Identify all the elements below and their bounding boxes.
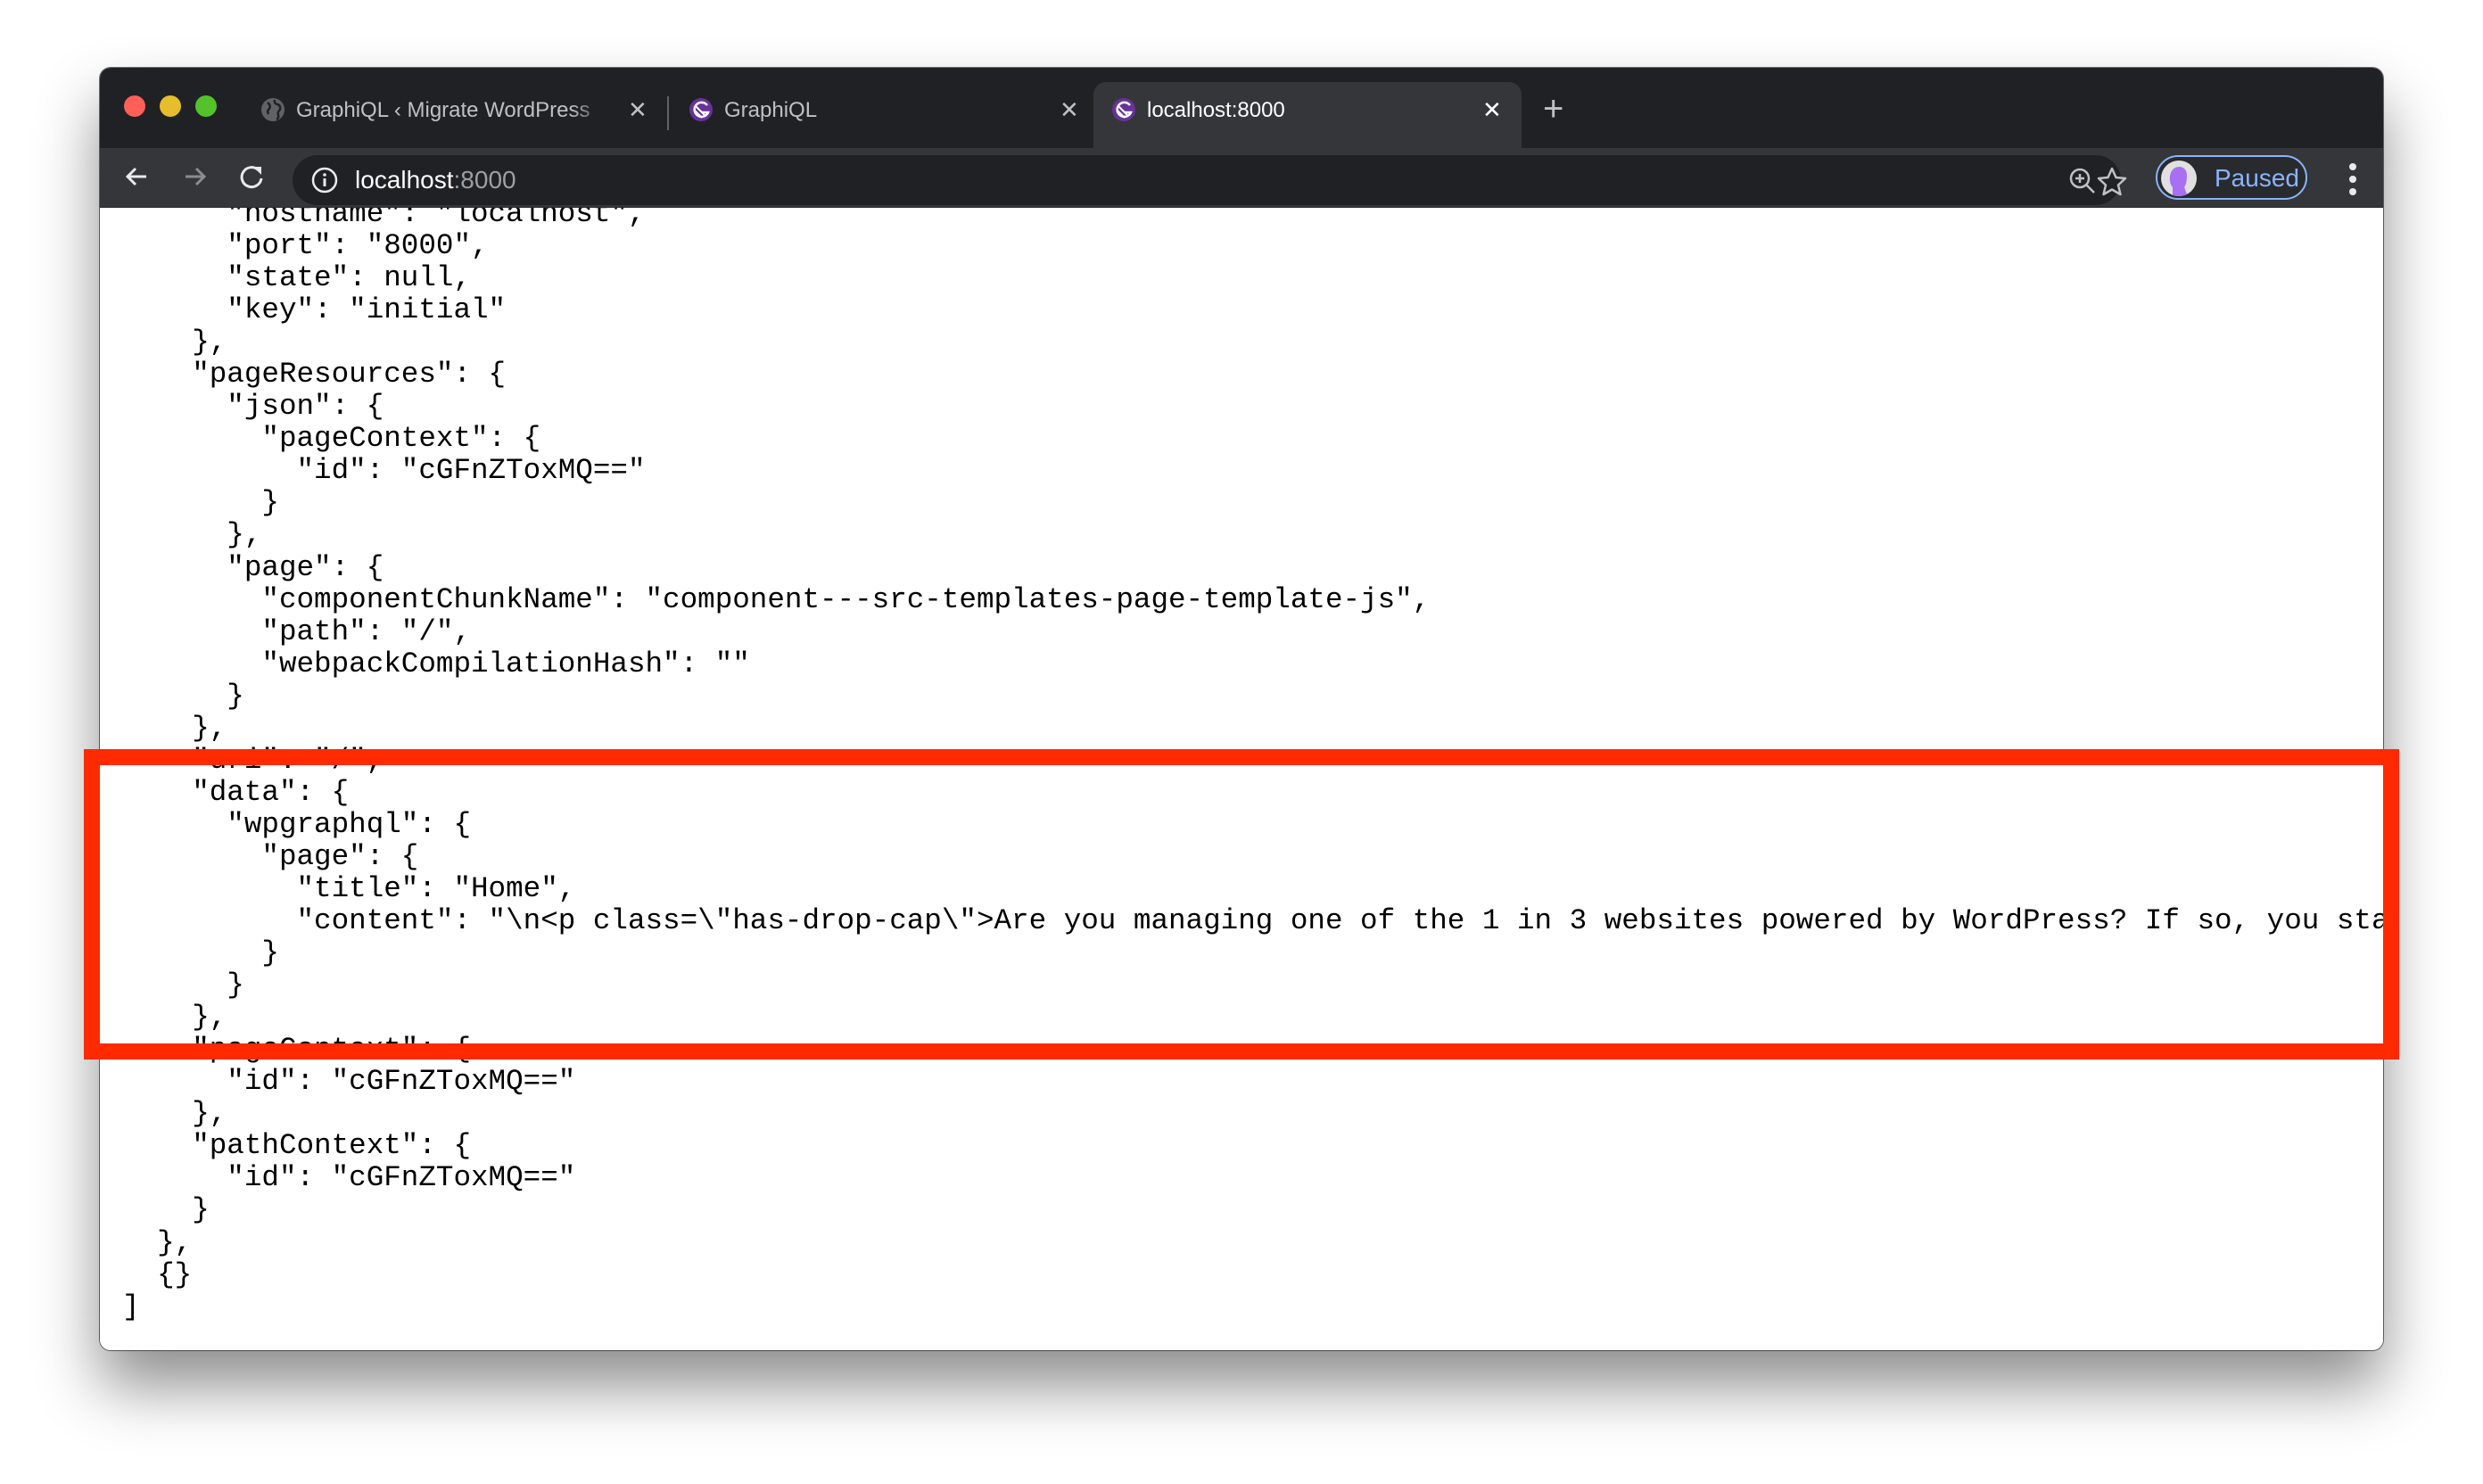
zoom-window-button[interactable]: [195, 95, 217, 117]
code-line: "pathContext": {: [122, 1129, 472, 1163]
code-line: },: [122, 711, 227, 745]
code-line: "id": "cGFnZToxMQ==": [122, 454, 646, 488]
browser-window: GraphiQL ‹ Migrate WordPress ✕ GraphiQL …: [100, 68, 2383, 1350]
code-line: "hostname": "localhost",: [122, 208, 646, 230]
code-line: "pageContext": {: [122, 1033, 472, 1067]
url-text[interactable]: localhost:8000: [355, 166, 516, 194]
code-line: "uri": "/",: [122, 743, 384, 777]
globe-icon: [260, 97, 285, 122]
tab-title: localhost:8000: [1147, 98, 1285, 122]
code-line: }: [122, 486, 279, 520]
profile-status: Paused: [2215, 164, 2299, 192]
code-line: }: [122, 679, 244, 713]
tab-separator: [667, 96, 669, 130]
code-line: "json": {: [122, 390, 384, 424]
minimize-window-button[interactable]: [160, 95, 181, 117]
address-bar[interactable]: localhost:8000: [293, 155, 2121, 205]
zoom-in-icon[interactable]: [2067, 166, 2098, 196]
code-line: },: [122, 326, 227, 359]
code-line: {}: [122, 1257, 193, 1291]
code-line: "port": "8000",: [122, 229, 489, 263]
new-tab-button[interactable]: +: [1543, 91, 1563, 127]
close-tab-icon[interactable]: ✕: [1060, 96, 1079, 124]
close-window-button[interactable]: [124, 95, 145, 117]
gatsby-icon: [689, 97, 714, 122]
tab-bar: GraphiQL ‹ Migrate WordPress ✕ GraphiQL …: [100, 68, 2383, 148]
code-line: "data": {: [122, 775, 350, 809]
profile-button[interactable]: Paused: [2156, 155, 2307, 200]
code-line: "page": {: [122, 550, 384, 584]
code-line: },: [122, 1097, 227, 1131]
code-line: "key": "initial": [122, 293, 507, 327]
code-line: },: [122, 1225, 193, 1259]
code-line: "content": "\n<p class=\"has-drop-cap\">…: [122, 904, 2384, 938]
tab-localhost-8000[interactable]: localhost:8000 ✕: [1093, 82, 1522, 148]
code-line: "title": "Home",: [122, 871, 576, 905]
more-menu-button[interactable]: [2347, 161, 2358, 196]
code-line: "id": "cGFnZToxMQ==": [122, 1065, 576, 1099]
code-line: }: [122, 936, 279, 970]
json-output: "hostname": "localhost", "port": "8000",…: [122, 208, 2383, 1323]
code-line: "webpackCompilationHash": "": [122, 647, 750, 680]
back-button[interactable]: [118, 157, 157, 196]
reload-icon: [240, 166, 263, 189]
page-content: "hostname": "localhost", "port": "8000",…: [100, 208, 2383, 1350]
code-line: },: [122, 1001, 227, 1035]
code-line: "id": "cGFnZToxMQ==": [122, 1161, 576, 1195]
tab-graphiql-migrate-wordpress[interactable]: GraphiQL ‹ Migrate WordPress ✕: [243, 82, 662, 148]
toolbar: localhost:8000 Paused: [100, 148, 2383, 208]
close-tab-icon[interactable]: ✕: [1482, 96, 1502, 124]
person-icon: [2169, 167, 2188, 196]
bookmark-star-icon[interactable]: [2096, 166, 2128, 198]
code-line: "path": "/",: [122, 614, 472, 648]
code-line: }: [122, 1193, 210, 1227]
url-port: :8000: [453, 166, 516, 194]
arrow-left-icon: [125, 167, 146, 186]
code-line: "pageResources": {: [122, 358, 507, 392]
code-line: ]: [122, 1290, 140, 1323]
info-icon[interactable]: [310, 166, 339, 194]
tab-graphiql[interactable]: GraphiQL ✕: [671, 82, 1094, 148]
tab-title: GraphiQL: [724, 98, 818, 122]
gatsby-icon: [1111, 97, 1136, 122]
reload-button[interactable]: [232, 157, 271, 196]
avatar: [2161, 161, 2197, 196]
url-host: localhost: [355, 166, 454, 194]
code-line: },: [122, 518, 262, 552]
tab-title: GraphiQL ‹ Migrate WordPress: [296, 98, 590, 122]
code-line: }: [122, 969, 244, 1002]
close-tab-icon[interactable]: ✕: [628, 96, 648, 124]
code-line: "wpgraphql": {: [122, 807, 472, 841]
code-line: "pageContext": {: [122, 422, 541, 456]
code-line: "componentChunkName": "component---src-t…: [122, 582, 1431, 616]
arrow-right-icon: [186, 167, 207, 186]
code-line: "page": {: [122, 839, 419, 873]
code-line: "state": null,: [122, 261, 472, 295]
forward-button[interactable]: [175, 157, 214, 196]
